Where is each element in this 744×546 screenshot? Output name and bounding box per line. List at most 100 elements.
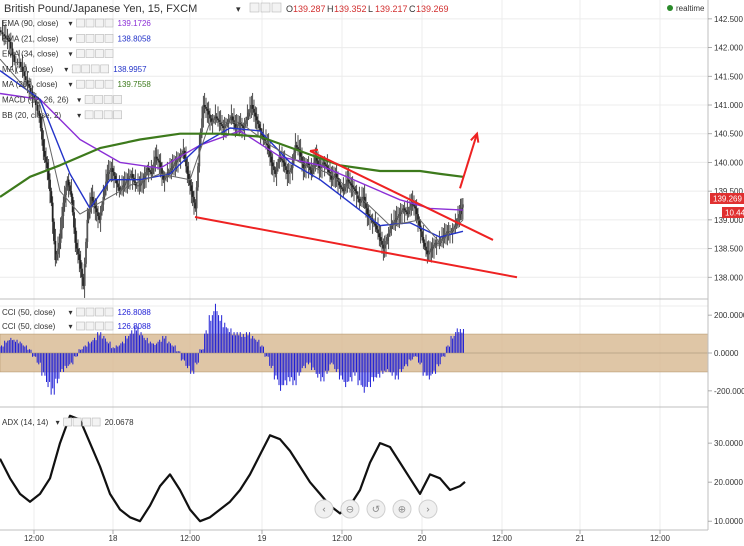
cci-tick-label: 200.0000 — [714, 311, 744, 320]
settings-icon[interactable] — [94, 110, 103, 120]
add-icon[interactable] — [95, 321, 104, 331]
candle-body — [381, 240, 383, 245]
candle-body — [354, 189, 357, 192]
indicator-name: EMA (21, close) — [2, 34, 59, 43]
legend-row[interactable]: MA (10, close) ▾ 138.9957 — [2, 64, 147, 74]
add-icon[interactable] — [90, 64, 100, 74]
add-icon[interactable] — [95, 33, 104, 43]
eye-icon[interactable] — [76, 18, 85, 28]
add-icon[interactable] — [95, 307, 104, 317]
eye-icon[interactable] — [63, 417, 72, 427]
zoom-in-button[interactable]: ⊕ — [392, 499, 412, 519]
close-icon[interactable] — [104, 18, 114, 28]
legend-row[interactable]: ADX (14, 14) ▾ 20.0678 — [2, 417, 134, 427]
candle-body — [331, 177, 334, 180]
candle-body — [111, 168, 114, 173]
scroll-left-button[interactable]: ‹ — [314, 499, 334, 519]
close-icon[interactable] — [104, 79, 114, 89]
legend-row[interactable]: EMA (34, close) ▾ — [2, 49, 114, 59]
candle-body — [173, 164, 175, 167]
chart-canvas[interactable]: 138.000138.500139.000139.500140.000140.5… — [0, 0, 744, 546]
cci-indicator-name: CCI (50, close) — [2, 308, 56, 317]
close-icon[interactable] — [271, 2, 282, 13]
candle-body — [86, 219, 89, 242]
legend-chevron[interactable]: ▾ — [69, 80, 73, 89]
legend-row[interactable]: CCI (50, close) ▾ 126.8088 — [2, 307, 151, 317]
eye-icon[interactable] — [76, 79, 85, 89]
settings-icon[interactable] — [85, 49, 95, 58]
legend-chevron[interactable]: ▾ — [77, 111, 81, 120]
legend-row[interactable]: MA (200, close) ▾ 139.7558 — [2, 79, 151, 89]
candle-body — [397, 216, 399, 218]
legend-chevron[interactable]: ▾ — [56, 418, 60, 427]
candle-body — [323, 162, 326, 165]
eye-icon[interactable] — [71, 64, 81, 74]
time-tick-label: 12:00 — [492, 534, 513, 543]
zoom-out-button[interactable]: ⊖ — [340, 499, 360, 519]
candle-body — [462, 204, 464, 208]
legend-chevron[interactable]: ▾ — [77, 96, 81, 105]
legend-row[interactable]: CCI (50, close) ▾ 126.8088 — [2, 321, 151, 331]
candle-body — [57, 248, 59, 255]
candle-body — [81, 268, 83, 278]
close-icon[interactable] — [104, 321, 114, 331]
candle-body — [67, 179, 70, 186]
reset-button[interactable]: ↺ — [366, 499, 386, 519]
add-icon[interactable] — [95, 18, 104, 28]
candle-body — [399, 212, 402, 215]
candle-body — [107, 172, 110, 174]
eye-icon[interactable] — [76, 307, 85, 317]
legend-chevron[interactable]: ▾ — [69, 50, 73, 59]
candle-body — [175, 160, 178, 163]
close-icon[interactable] — [104, 33, 114, 43]
settings-icon[interactable] — [85, 321, 95, 331]
legend-chevron[interactable]: ▾ — [69, 34, 73, 43]
close-icon[interactable] — [113, 95, 122, 104]
settings-icon[interactable] — [94, 95, 103, 104]
legend-chevron[interactable]: ▾ — [69, 308, 73, 317]
legend-chevron[interactable]: ▾ — [64, 65, 68, 74]
settings-icon[interactable] — [85, 307, 95, 317]
candle-body — [189, 179, 191, 186]
eye-icon[interactable] — [249, 2, 260, 13]
price-tick-label: 141.500 — [714, 72, 743, 81]
legend-chevron[interactable]: ▾ — [69, 19, 73, 28]
legend-chevron[interactable]: ▾ — [69, 322, 73, 331]
trendline[interactable] — [309, 148, 319, 152]
settings-icon[interactable] — [85, 79, 95, 89]
candle-body — [123, 183, 126, 186]
settings-icon[interactable] — [260, 2, 271, 13]
eye-icon[interactable] — [76, 49, 85, 58]
eye-icon[interactable] — [84, 95, 94, 104]
settings-icon[interactable] — [85, 18, 95, 28]
eye-icon[interactable] — [84, 110, 94, 120]
add-icon[interactable] — [103, 95, 113, 104]
candle-body — [46, 162, 49, 169]
header-controls[interactable] — [249, 2, 282, 13]
settings-icon[interactable] — [72, 417, 82, 427]
header-menu-chevron[interactable]: ▾ — [236, 4, 241, 14]
add-icon[interactable] — [95, 49, 104, 58]
legend-row[interactable]: EMA (21, close) ▾ 138.8058 — [2, 33, 151, 43]
settings-icon[interactable] — [81, 64, 90, 74]
legend-value: 139.1726 — [118, 19, 152, 28]
adx-indicator-legend[interactable]: ADX (14, 14) ▾ 20.0678 — [2, 417, 134, 427]
ohlc-values: O 139.287 H 139.352 L 139.217 C 139.269 — [286, 4, 449, 14]
ohlc-key: L — [368, 4, 373, 14]
candle-body — [53, 221, 55, 241]
close-icon[interactable] — [104, 307, 114, 317]
close-icon[interactable] — [91, 417, 101, 427]
close-icon[interactable] — [100, 64, 109, 74]
close-icon[interactable] — [113, 110, 122, 120]
settings-icon[interactable] — [85, 33, 95, 43]
eye-icon[interactable] — [76, 33, 85, 43]
scroll-right-button[interactable]: › — [418, 499, 438, 519]
candle-body — [350, 183, 353, 186]
add-icon[interactable] — [103, 110, 113, 120]
add-icon[interactable] — [95, 79, 104, 89]
close-icon[interactable] — [104, 49, 114, 58]
eye-icon[interactable] — [76, 321, 85, 331]
add-icon[interactable] — [82, 417, 91, 427]
cci-tick-label: 0.0000 — [714, 349, 739, 358]
legend-row[interactable]: EMA (90, close) ▾ 139.1726 — [2, 18, 152, 28]
